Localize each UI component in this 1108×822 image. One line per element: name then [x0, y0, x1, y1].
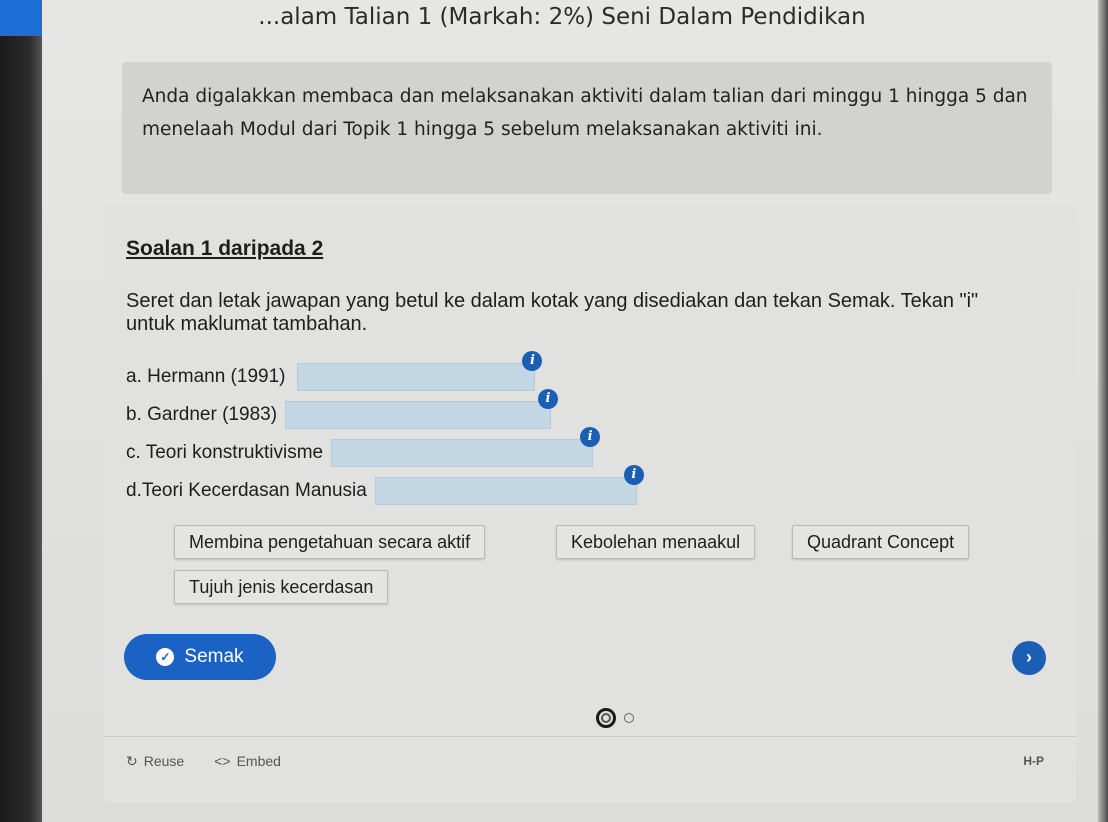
progress-dot-current[interactable]	[596, 708, 616, 728]
check-button[interactable]: ✓ Semak	[124, 634, 276, 680]
drop-row-b: b. Gardner (1983) i	[126, 389, 559, 430]
next-button[interactable]: ›	[1012, 641, 1046, 675]
intro-text: Anda digalakkan membaca dan melaksanakan…	[142, 86, 1028, 140]
page: ...alam Talian 1 (Markah: 2%) Seni Dalam…	[42, 0, 1098, 822]
info-icon[interactable]: i	[522, 351, 543, 371]
drop-label: b. Gardner (1983)	[126, 404, 278, 425]
question-heading: Soalan 1 daripada 2	[126, 237, 324, 260]
code-icon: <>	[214, 753, 231, 769]
drop-zone-a[interactable]: i	[297, 351, 543, 391]
progress-dot[interactable]	[624, 713, 634, 723]
drop-label: c. Teori konstruktivisme	[126, 442, 324, 463]
embed-label: Embed	[236, 753, 281, 769]
draggable-option[interactable]: Tujuh jenis kecerdasan	[174, 570, 389, 604]
info-icon[interactable]: i	[580, 427, 601, 447]
drop-zone-b[interactable]: i	[285, 389, 559, 429]
screen-bezel-left	[0, 0, 42, 822]
drop-label: d.Teori Kecerdasan Manusia	[126, 480, 367, 501]
reuse-label: Reuse	[143, 753, 185, 769]
drop-row-c: c. Teori konstruktivisme i	[126, 427, 601, 468]
footer: ↻ Reuse <> Embed H-P	[126, 750, 1066, 772]
progress-dots	[596, 708, 634, 728]
intro-box: Anda digalakkan membaca dan melaksanakan…	[122, 62, 1052, 194]
h5p-logo[interactable]: H-P	[1023, 754, 1044, 768]
reuse-icon: ↻	[126, 752, 138, 769]
draggable-option[interactable]: Quadrant Concept	[792, 525, 970, 559]
footer-divider	[104, 736, 1076, 737]
draggable-option[interactable]: Kebolehan menaakul	[556, 525, 756, 559]
screen-bezel-right	[1098, 0, 1108, 822]
checkmark-icon: ✓	[156, 648, 175, 666]
question-instruction: Seret dan letak jawapan yang betul ke da…	[126, 290, 979, 335]
drop-row-a: a. Hermann (1991) i	[126, 351, 543, 392]
drag-drop-activity: Soalan 1 daripada 2 Seret dan letak jawa…	[104, 204, 1076, 802]
info-icon[interactable]: i	[623, 465, 644, 485]
info-icon[interactable]: i	[538, 389, 559, 409]
check-button-label: Semak	[184, 646, 244, 667]
page-title: ...alam Talian 1 (Markah: 2%) Seni Dalam…	[258, 4, 866, 30]
draggable-option[interactable]: Membina pengetahuan secara aktif	[174, 525, 486, 559]
drop-row-d: d.Teori Kecerdasan Manusia i	[126, 465, 644, 506]
reuse-link[interactable]: ↻ Reuse	[126, 753, 184, 770]
drop-zone-c[interactable]: i	[331, 427, 601, 467]
drop-zone-d[interactable]: i	[374, 465, 644, 505]
drop-label: a. Hermann (1991)	[126, 366, 286, 387]
embed-link[interactable]: <> Embed	[214, 753, 281, 769]
